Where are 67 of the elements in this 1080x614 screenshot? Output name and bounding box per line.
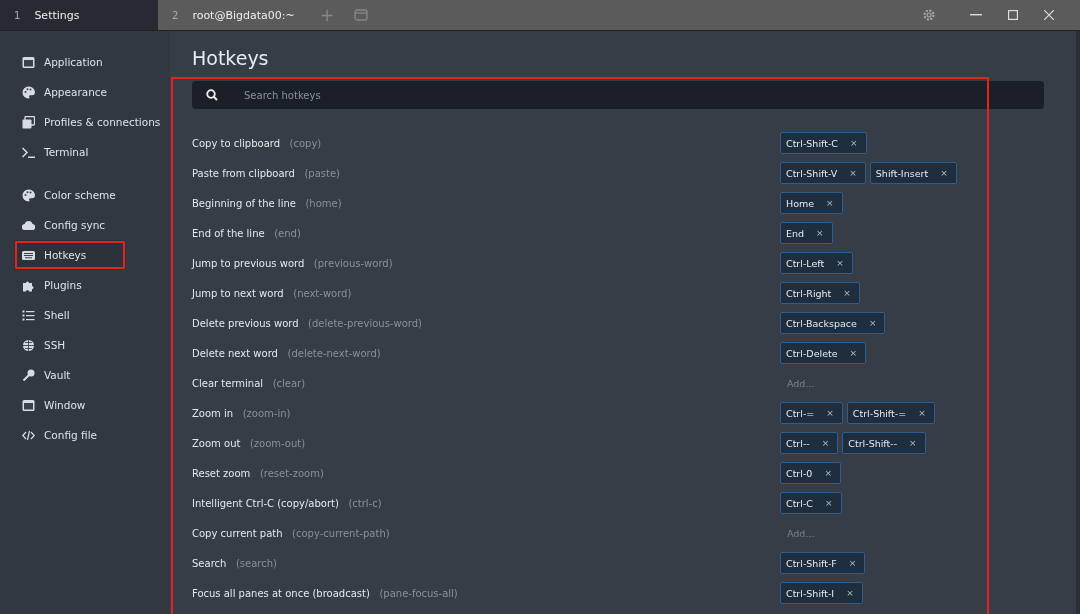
hotkey-chip[interactable]: End × xyxy=(780,222,833,244)
hotkey-name: Delete previous word (delete-previous-word) xyxy=(192,317,423,329)
hotkey-chip[interactable]: Ctrl-C × xyxy=(780,492,842,514)
palette-icon xyxy=(22,188,35,202)
hotkey-name: Paste from clipboard (paste) xyxy=(192,167,341,179)
hotkey-name: Focus all panes at once (broadcast) (pane-focus-all) xyxy=(192,587,459,599)
hotkey-chip[interactable]: Ctrl-Shift-C × xyxy=(780,132,867,154)
search-icon xyxy=(206,89,218,101)
hotkey-name: Zoom in (zoom-in) xyxy=(192,407,292,419)
keyboard-icon xyxy=(22,248,35,262)
tab[interactable]: 1 Settings xyxy=(0,0,158,30)
sidebar-item[interactable]: Color scheme xyxy=(0,180,170,210)
hotkey-name: Jump to previous word (previous-word) xyxy=(192,257,394,269)
list-icon xyxy=(22,308,35,322)
minimize-icon[interactable] xyxy=(970,14,982,16)
sidebar-item[interactable]: Appearance xyxy=(0,77,170,107)
hotkey-name: Beginning of the line (home) xyxy=(192,197,343,209)
hotkey-chip[interactable]: Ctrl-Shift-= × xyxy=(846,402,935,424)
sidebar-item[interactable]: Profiles & connections xyxy=(0,107,170,137)
hotkey-name: Clear terminal (clear) xyxy=(192,377,307,389)
hotkey-chip[interactable]: Ctrl-Shift-V × xyxy=(780,162,866,184)
hotkey-chip[interactable]: Ctrl-Left × xyxy=(780,252,853,274)
sidebar-item[interactable]: Config sync xyxy=(0,210,170,240)
hotkey-name: Zoom out (zoom-out) xyxy=(192,437,307,449)
hotkey-name: Search (search) xyxy=(192,557,278,569)
sidebar-item[interactable]: Config file xyxy=(0,420,170,450)
hotkey-chip[interactable]: Home × xyxy=(780,192,843,214)
sidebar-item[interactable]: SSH xyxy=(0,330,170,360)
maximize-icon[interactable] xyxy=(1008,10,1018,20)
cards-icon xyxy=(22,115,35,129)
sidebar-item[interactable]: Terminal xyxy=(0,137,170,167)
hotkey-name: End of the line (end) xyxy=(192,227,302,239)
hotkey-chip[interactable]: Ctrl-Right × xyxy=(780,282,860,304)
sidebar-item[interactable]: Plugins xyxy=(0,270,170,300)
hotkey-chip[interactable]: Ctrl-Delete × xyxy=(780,342,867,364)
sidebar-item[interactable]: Shell xyxy=(0,300,170,330)
window-icon xyxy=(22,398,35,412)
sidebar-item[interactable]: Vault xyxy=(0,360,170,390)
palette-icon xyxy=(22,85,35,99)
cloud-icon xyxy=(22,218,35,232)
settings-icon[interactable] xyxy=(922,8,936,22)
code-icon xyxy=(22,428,35,442)
hotkey-name: Copy to clipboard (copy) xyxy=(192,137,323,149)
hotkey-chip[interactable]: Ctrl-= × xyxy=(780,402,843,424)
sidebar-item[interactable]: Application xyxy=(0,47,170,77)
hotkey-chip[interactable]: Ctrl-Shift-F × xyxy=(780,552,866,574)
globe-icon xyxy=(22,338,35,352)
window-icon xyxy=(22,55,35,69)
hotkey-chip[interactable]: Ctrl-- × xyxy=(780,432,839,454)
sidebar-item[interactable]: Window xyxy=(0,390,170,420)
hotkey-name: Intelligent Ctrl-C (copy/abort) (ctrl-c) xyxy=(192,497,383,509)
sidebar-item[interactable]: Hotkeys xyxy=(14,240,126,270)
page-title: Hotkeys xyxy=(192,47,270,69)
key-icon xyxy=(22,368,35,382)
window-icon[interactable] xyxy=(354,9,369,21)
close-icon[interactable] xyxy=(1044,10,1054,20)
hotkey-name: Reset zoom (reset-zoom) xyxy=(192,467,325,479)
hotkey-chip[interactable]: Ctrl-Shift-- × xyxy=(842,432,926,454)
hotkey-chip[interactable]: Ctrl-Backspace × xyxy=(780,312,886,334)
prompt-icon xyxy=(22,145,35,159)
hotkey-chip[interactable]: Shift-Insert × xyxy=(869,162,957,184)
hotkey-name: Jump to next word (next-word) xyxy=(192,287,353,299)
hotkey-name: Copy current path (copy-current-path) xyxy=(192,527,391,539)
hotkey-chip[interactable]: Ctrl-0 × xyxy=(780,462,841,484)
hotkey-chip[interactable]: Ctrl-Shift-I × xyxy=(780,582,863,604)
hotkey-name: Delete next word (delete-next-word) xyxy=(192,347,382,359)
search-field[interactable]: Search hotkeys xyxy=(192,81,1044,109)
